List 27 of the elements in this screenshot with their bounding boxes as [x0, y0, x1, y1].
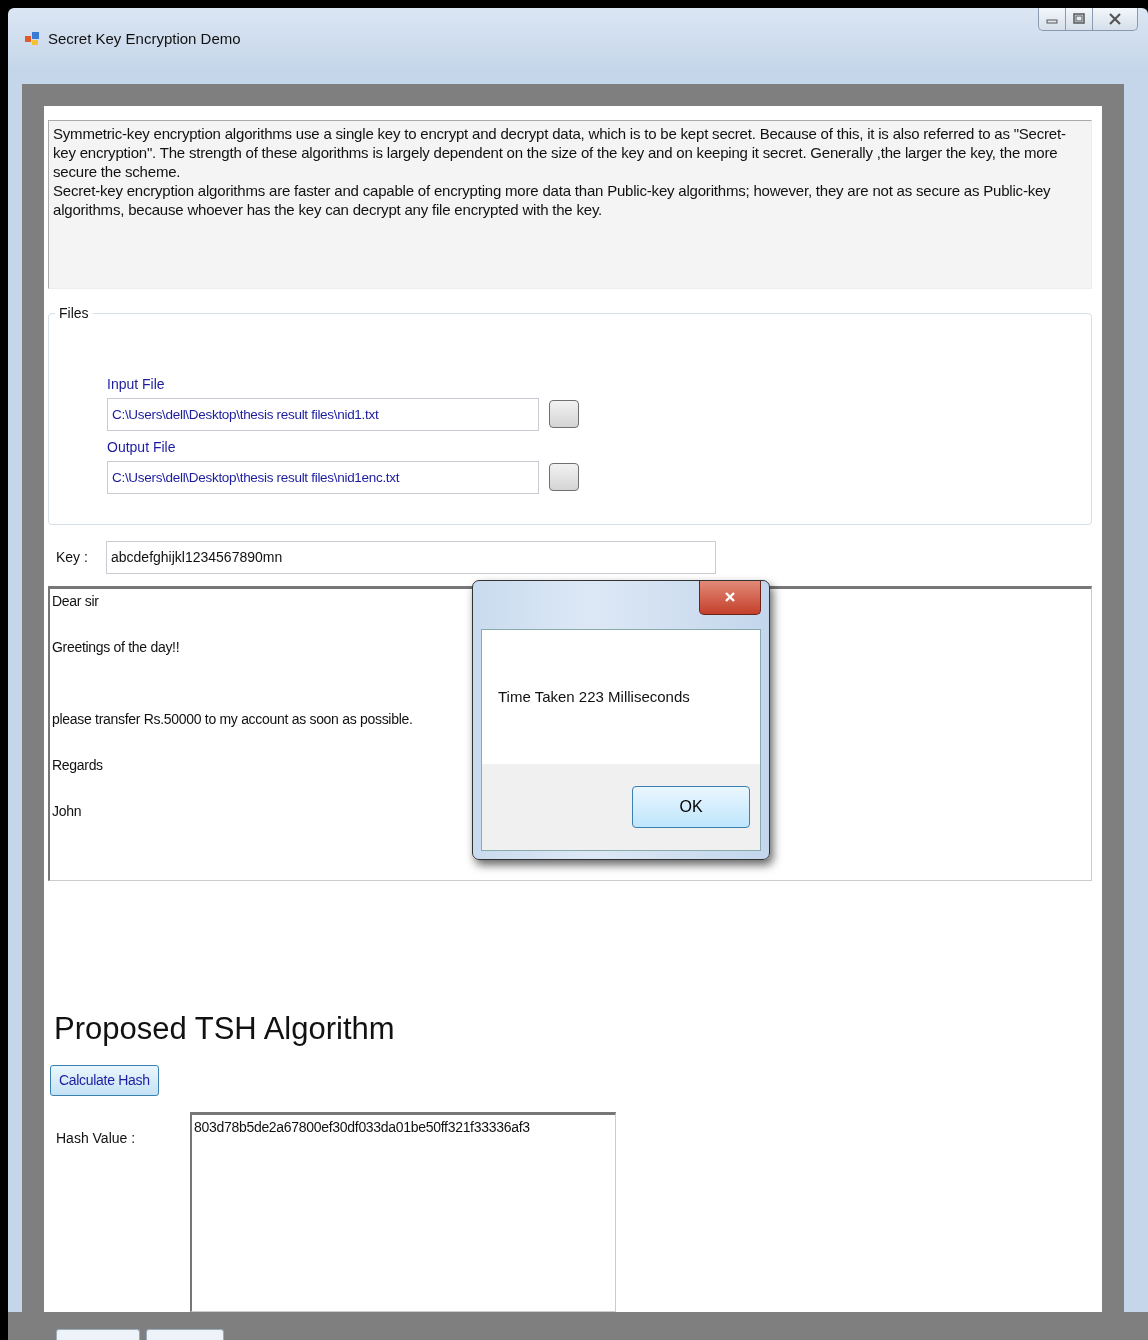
field-label: Input File — [107, 375, 166, 392]
file-path-field[interactable]: C:\Users\dell\Desktop\thesis result files\nid1enc.txt — [107, 460, 539, 494]
message-line: Dear sir — [52, 592, 99, 609]
close-icon — [723, 591, 737, 604]
section-heading: Proposed TSH Algorithm — [53, 1010, 396, 1047]
close-button[interactable] — [699, 580, 761, 615]
description-paragraph: Secret-key encryption algorithms are faster and capable of encrypting more data than Public-key algorithms; however, they are not as secure as Public-key algorithms, because whoever has the key can decrypt any file encrypted with the key. — [53, 181, 1052, 219]
dialog-message: Time Taken 223 Milliseconds — [498, 688, 690, 706]
close-icon — [1107, 12, 1123, 26]
description-paragraph: Symmetric-key encryption algorithms use a single key to encrypt and decrypt data, which is to be kept secret. Because of this, it is also referred to as "Secret-key encryption". The strength of these algorithms is largely dependent on the size of the key and on keeping it secret. Generally ,the larger the key, the more secure the scheme. — [53, 124, 1067, 181]
window-title: Secret Key Encryption Demo — [48, 29, 241, 47]
message-line: John — [52, 802, 82, 819]
app-icon — [24, 30, 40, 46]
key-label: Key : — [56, 549, 89, 566]
browse-button[interactable] — [549, 400, 579, 429]
message-line: please transfer Rs.50000 to my account as soon as possible. — [52, 710, 413, 727]
message-line: Greetings of the day!! — [52, 638, 180, 655]
maximize-icon — [1072, 13, 1086, 25]
group-title: Files — [55, 304, 93, 321]
calculate-hash-button[interactable]: Calculate Hash — [50, 1064, 159, 1096]
file-path-field[interactable]: C:\Users\dell\Desktop\thesis result files\nid1.txt — [107, 397, 539, 431]
message-line: Regards — [52, 756, 103, 773]
ok-button[interactable]: OK — [632, 785, 750, 828]
hash-label: Hash Value : — [56, 1129, 137, 1148]
browse-button[interactable] — [549, 463, 579, 492]
field-label: Output File — [107, 438, 177, 455]
key-field[interactable]: abcdefghijkl1234567890mn — [106, 540, 716, 574]
